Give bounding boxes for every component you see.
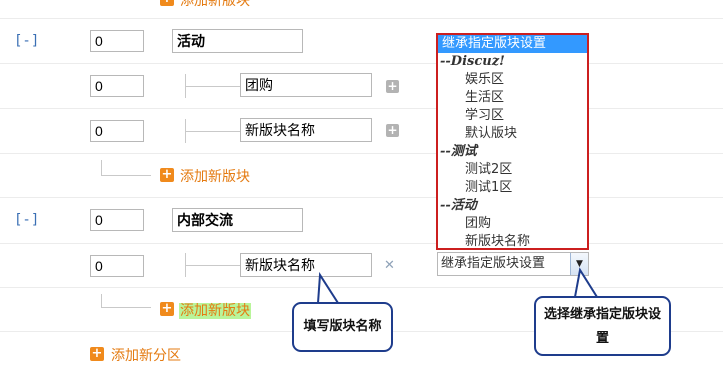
callout-select-inherit-text: 选择继承指定版块设置 [543, 307, 661, 346]
callout-pointer-select-inherit [573, 267, 599, 298]
callout-select-inherit: 选择继承指定版块设置 [534, 296, 671, 356]
callout-fill-name: 填写版块名称 [292, 302, 393, 352]
callout-pointer-fill-name [316, 271, 340, 304]
callout-fill-name-text: 填写版块名称 [303, 319, 382, 334]
